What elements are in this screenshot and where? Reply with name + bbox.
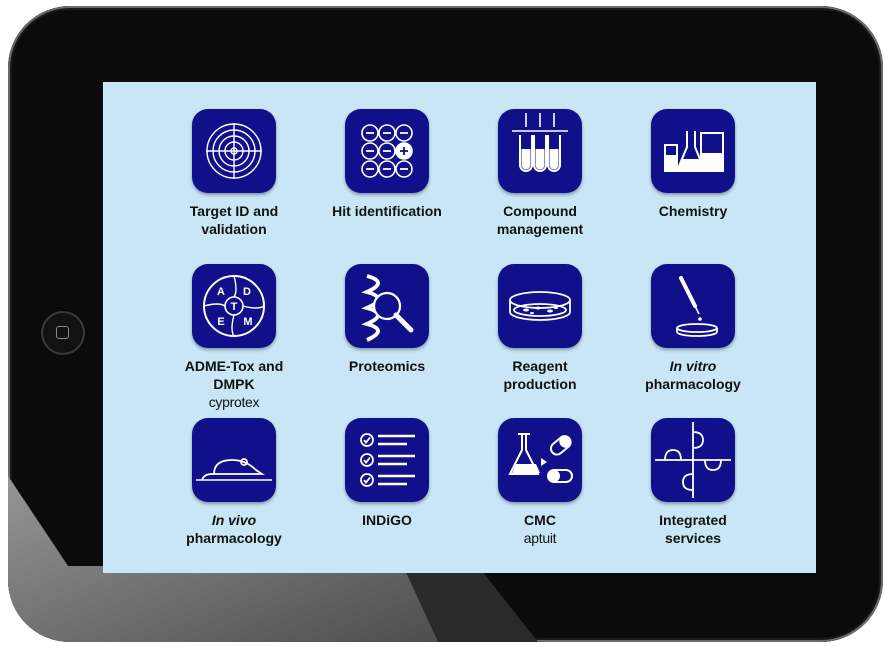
app-proteomics[interactable]: Proteomics [317, 264, 457, 375]
app-label: Integrated [659, 512, 727, 528]
flasks-icon [651, 109, 735, 193]
adme-letter: M [243, 316, 252, 328]
app-label: Chemistry [658, 203, 728, 219]
adme-letter: D [243, 286, 251, 298]
app-screen: Target ID and validation Hit identificat… [103, 82, 816, 573]
app-label: In vitro [669, 358, 717, 374]
app-label: pharmacology [186, 530, 282, 546]
adme-letter: T [231, 301, 238, 313]
adme-circle-icon: A D T E M [192, 264, 276, 348]
checklist-icon [345, 418, 429, 502]
app-label: Target ID and [189, 203, 279, 219]
flask-pill-icon [498, 418, 582, 502]
app-integrated-services[interactable]: Integrated services [623, 418, 763, 547]
app-compound-management[interactable]: Compound management [470, 109, 610, 238]
mouse-icon [192, 418, 276, 502]
app-cmc[interactable]: CMC aptuit [470, 418, 610, 547]
app-adme-tox[interactable]: A D T E M ADME-Tox and DMPK cyprotex [164, 264, 304, 411]
adme-letter: E [217, 316, 224, 328]
app-label: management [496, 221, 584, 237]
app-in-vivo-pharmacology[interactable]: In vivo pharmacology [164, 418, 304, 547]
petri-dish-icon [498, 264, 582, 348]
app-label: In vivo [211, 512, 257, 528]
app-label: Compound [503, 203, 577, 219]
app-reagent-production[interactable]: Reagent production [470, 264, 610, 393]
app-label: production [503, 376, 577, 392]
app-target-id[interactable]: Target ID and validation [164, 109, 304, 238]
plate-wells-icon [345, 109, 429, 193]
app-label: validation [201, 221, 267, 237]
app-label: Reagent [512, 358, 568, 374]
app-label: Proteomics [348, 358, 426, 374]
brand-cyprotex: cyprotex [208, 394, 260, 410]
app-label: INDiGO [362, 512, 412, 528]
app-chemistry[interactable]: Chemistry [623, 109, 763, 220]
app-label: ADME-Tox and DMPK [184, 358, 284, 392]
test-tubes-icon [498, 109, 582, 193]
helix-magnifier-icon [345, 264, 429, 348]
app-in-vitro-pharmacology[interactable]: In vitro pharmacology [623, 264, 763, 393]
home-button[interactable] [41, 311, 85, 355]
app-label: pharmacology [645, 376, 741, 392]
app-label: CMC [524, 512, 556, 528]
app-hit-identification[interactable]: Hit identification [317, 109, 457, 220]
home-square-icon [56, 326, 69, 339]
target-icon [192, 109, 276, 193]
app-label: Hit identification [332, 203, 442, 219]
brand-aptuit: aptuit [523, 530, 557, 546]
app-indigo[interactable]: INDiGO [317, 418, 457, 529]
dropper-icon [651, 264, 735, 348]
adme-letter: A [217, 286, 225, 298]
puzzle-icon [651, 418, 735, 502]
app-label: services [664, 530, 722, 546]
